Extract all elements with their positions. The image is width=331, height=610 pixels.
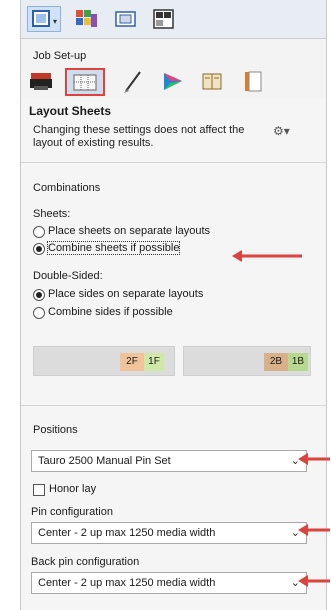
section-divider <box>21 405 326 406</box>
tile-grid-icon <box>153 9 174 29</box>
printer-icon <box>30 73 52 90</box>
job-setup-tabs <box>21 64 326 98</box>
layout-sheets-icon <box>73 74 97 91</box>
sides-combine-radio[interactable] <box>33 307 45 319</box>
layout-view-icon <box>32 10 50 27</box>
layout-sheets-tab[interactable] <box>65 68 105 96</box>
annotation-arrow <box>232 250 302 262</box>
annotation-arrow <box>298 524 330 536</box>
color-wheel-icon <box>164 73 182 90</box>
sides-separate-radio[interactable] <box>33 289 45 301</box>
media-icon <box>115 11 136 27</box>
back-tag-2: 2B <box>264 353 288 371</box>
panel-description: Changing these settings does not affect … <box>33 124 245 149</box>
book-tab[interactable] <box>197 68 231 96</box>
annotation-arrow <box>298 575 330 587</box>
double-sided-label: Double-Sided: <box>33 270 103 282</box>
front-tag-2: 2F <box>120 353 144 371</box>
layout-view-button[interactable]: ▾ <box>27 6 61 32</box>
color-swatches-button[interactable] <box>71 6 101 32</box>
top-toolbar: ▾ <box>21 0 326 39</box>
back-tag-1: 1B <box>288 353 308 371</box>
pen-icon <box>124 71 141 93</box>
front-side-preview: 2F 1F <box>33 346 175 376</box>
settings-menu-button[interactable]: ⚙▾ <box>273 124 299 140</box>
page-title: Layout Sheets <box>29 104 112 118</box>
sheets-separate-radio[interactable] <box>33 226 45 238</box>
sheets-label: Sheets: <box>33 208 71 220</box>
back-side-preview: 2B 1B <box>183 346 311 376</box>
pages-tab[interactable] <box>237 68 271 96</box>
tile-grid-button[interactable] <box>149 6 179 32</box>
sides-separate-label[interactable]: Place sides on separate layouts <box>48 288 203 300</box>
pin-config-select-value: Center - 2 up max 1250 media width <box>38 527 216 539</box>
pages-icon <box>245 71 262 92</box>
gear-icon: ⚙▾ <box>273 124 290 138</box>
section-divider <box>21 162 326 163</box>
color-tab[interactable] <box>157 68 191 96</box>
color-swatches-icon <box>76 10 97 27</box>
positions-heading: Positions <box>33 424 78 436</box>
pin-config-label: Pin configuration <box>31 506 113 518</box>
job-setup-panel: ▾ Job Set-up Layout Sheets Changing thes… <box>20 0 327 610</box>
pin-config-select[interactable]: Center - 2 up max 1250 media width ⌄ <box>31 522 307 544</box>
positions-select[interactable]: Tauro 2500 Manual Pin Set ⌄ <box>31 450 307 472</box>
dropdown-arrow-icon[interactable]: ▾ <box>53 17 57 26</box>
back-pin-config-select-value: Center - 2 up max 1250 media width <box>38 577 216 589</box>
positions-select-value: Tauro 2500 Manual Pin Set <box>38 455 171 467</box>
back-pin-config-label: Back pin configuration <box>31 556 140 568</box>
media-button[interactable] <box>111 6 141 32</box>
honor-lay-label[interactable]: Honor lay <box>49 483 96 495</box>
pen-tab[interactable] <box>117 68 151 96</box>
sheets-combine-radio[interactable] <box>33 243 45 255</box>
annotation-arrow <box>298 453 330 465</box>
book-icon <box>202 73 222 90</box>
sheets-combine-label[interactable]: Combine sheets if possible <box>46 241 181 255</box>
sides-combine-label[interactable]: Combine sides if possible <box>48 306 173 318</box>
back-pin-config-select[interactable]: Center - 2 up max 1250 media width ⌄ <box>31 572 307 594</box>
printer-tab[interactable] <box>27 68 61 96</box>
job-setup-label: Job Set-up <box>33 50 87 62</box>
sheets-separate-label[interactable]: Place sheets on separate layouts <box>48 225 210 237</box>
combinations-heading: Combinations <box>33 182 101 194</box>
honor-lay-checkbox[interactable] <box>33 484 45 496</box>
front-tag-1: 1F <box>144 353 164 371</box>
